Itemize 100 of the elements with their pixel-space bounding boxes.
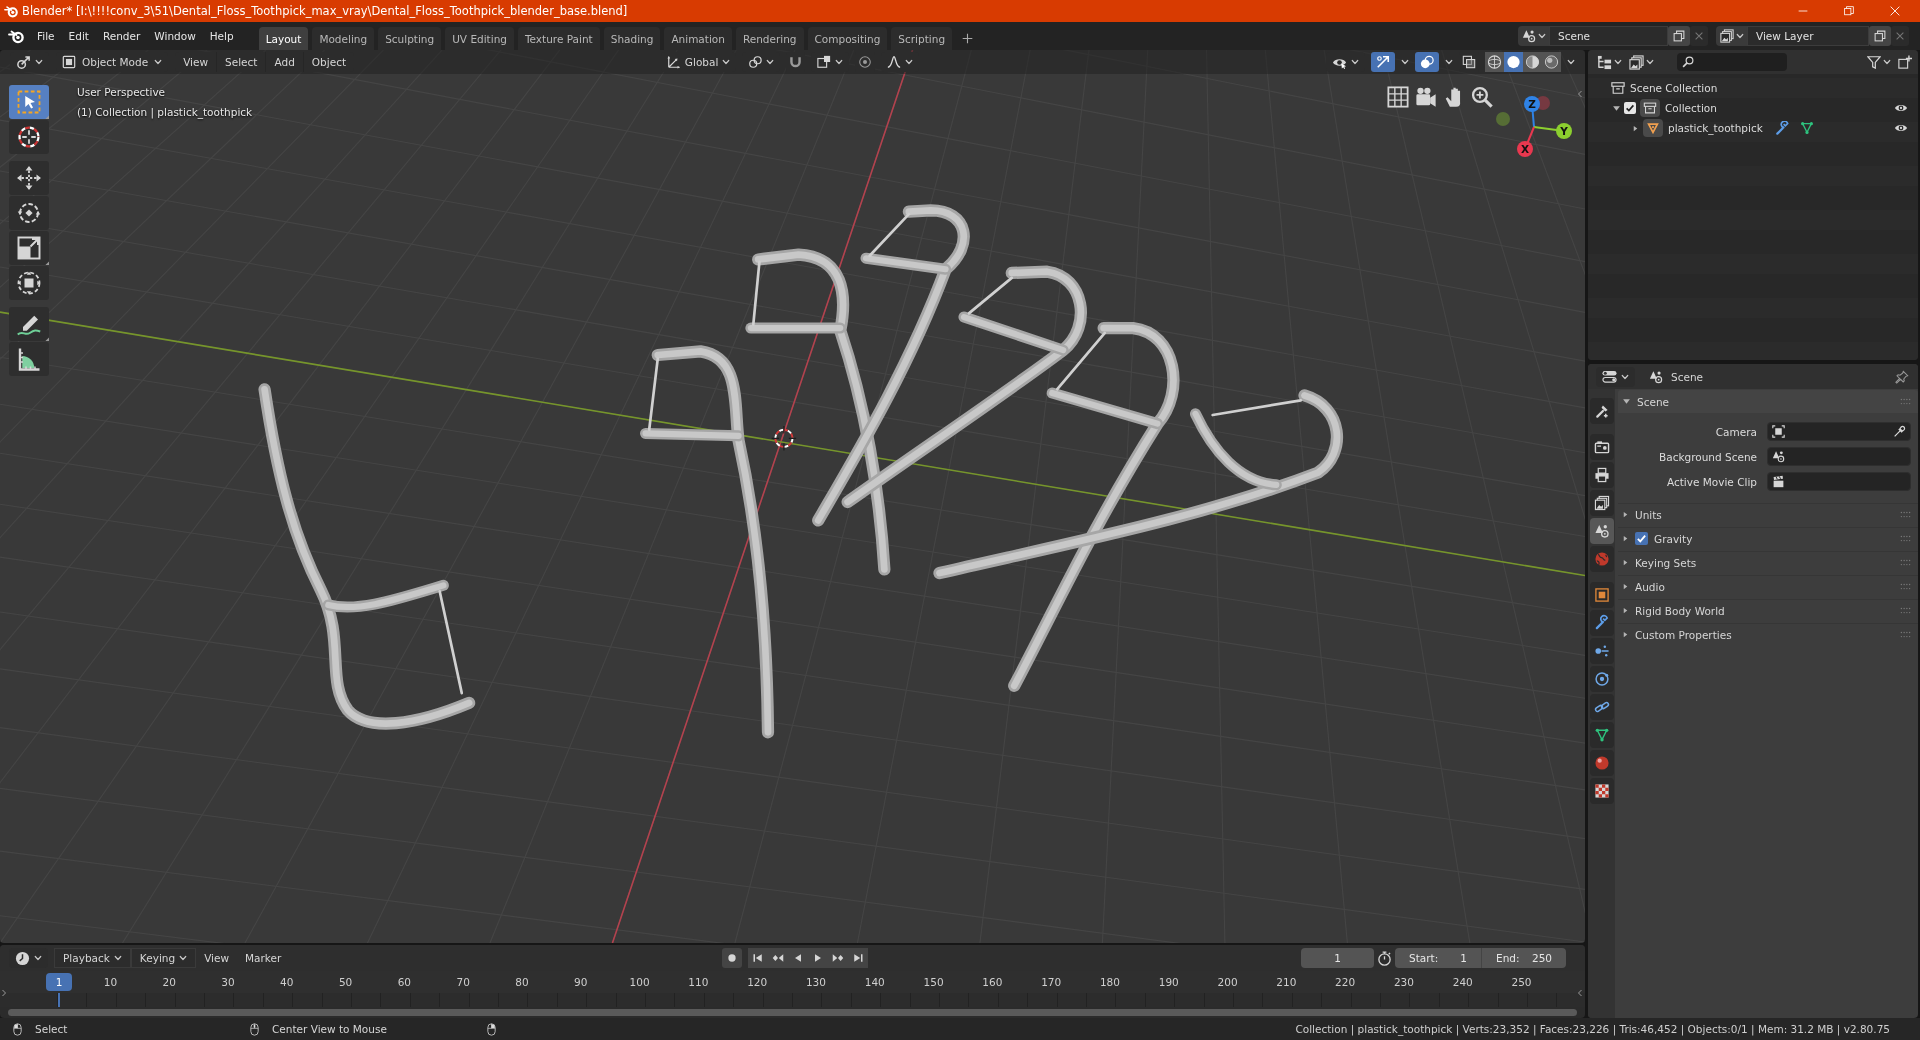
eyedropper-icon[interactable] bbox=[1893, 425, 1906, 438]
duplicate-icon[interactable] bbox=[1869, 26, 1891, 46]
menu-button[interactable]: Select bbox=[217, 52, 267, 72]
pencil-icon[interactable] bbox=[9, 307, 49, 341]
wrench-icon[interactable] bbox=[1589, 610, 1614, 636]
search-field[interactable] bbox=[1677, 53, 1787, 71]
new-collection-icon[interactable] bbox=[1898, 55, 1912, 69]
workspace-tab[interactable]: Sculpting bbox=[378, 27, 442, 50]
gizmo-axis-button[interactable]: Y bbox=[1533, 123, 1572, 139]
menu-item[interactable]: Window bbox=[147, 25, 203, 47]
expand-chevron-icon[interactable] bbox=[0, 989, 8, 997]
menu-item[interactable]: Edit bbox=[61, 25, 96, 47]
orientation-dropdown[interactable]: Global bbox=[660, 52, 737, 72]
workspace-tab[interactable]: Shading bbox=[603, 27, 661, 50]
drag-handle-icon[interactable] bbox=[1900, 557, 1911, 568]
3d-cursor-icon[interactable] bbox=[771, 425, 797, 452]
panel-header[interactable]: Scene bbox=[1618, 390, 1918, 413]
blender-logo-icon[interactable] bbox=[8, 28, 24, 44]
collapse-chevron-icon[interactable] bbox=[1576, 989, 1584, 997]
workspace-tab[interactable]: UV Editing bbox=[445, 27, 514, 50]
skip-to-start-icon[interactable] bbox=[748, 948, 769, 968]
solid-shading-icon[interactable] bbox=[1504, 52, 1523, 72]
playhead-frame[interactable]: 1 bbox=[46, 973, 72, 991]
collection-icon[interactable] bbox=[1640, 99, 1660, 117]
workspace-tab[interactable]: Rendering bbox=[735, 27, 804, 50]
checkbox[interactable] bbox=[1635, 532, 1648, 545]
add-icon[interactable] bbox=[962, 33, 974, 44]
disclosure-triangle-icon[interactable] bbox=[1612, 103, 1621, 113]
drag-handle-icon[interactable] bbox=[1900, 509, 1911, 520]
grid-view-icon[interactable] bbox=[1387, 86, 1409, 108]
mesh-data-icon[interactable] bbox=[1589, 722, 1614, 748]
checkbox[interactable] bbox=[1624, 102, 1636, 114]
select-box-icon[interactable] bbox=[9, 85, 49, 119]
pin-icon[interactable] bbox=[1895, 369, 1909, 384]
collection-icon[interactable] bbox=[1611, 81, 1625, 95]
disclosure-triangle-icon[interactable] bbox=[1632, 124, 1639, 132]
checker-texture-icon[interactable] bbox=[1589, 778, 1614, 804]
display-mode-button[interactable] bbox=[1629, 54, 1654, 70]
material-shading-icon[interactable] bbox=[1523, 52, 1542, 72]
floss-pick-model[interactable] bbox=[258, 383, 476, 730]
cursor-icon[interactable] bbox=[9, 120, 49, 154]
object-icon[interactable] bbox=[1589, 582, 1614, 608]
overlays-icon[interactable] bbox=[1415, 52, 1439, 72]
duplicate-icon[interactable] bbox=[1668, 26, 1690, 46]
filter-button[interactable] bbox=[1867, 55, 1891, 69]
outliner-item-label[interactable]: Collection bbox=[1663, 100, 1719, 116]
view-layer-field[interactable]: View Layer bbox=[1747, 26, 1869, 46]
object-picker-field[interactable] bbox=[1767, 422, 1911, 441]
workspace-tab[interactable]: Scripting bbox=[891, 27, 953, 50]
object-picker-field[interactable] bbox=[1767, 447, 1911, 466]
end-frame-field[interactable]: End: 250 bbox=[1482, 948, 1566, 968]
workspace-tab[interactable]: Compositing bbox=[807, 27, 888, 50]
floss-pick-model[interactable] bbox=[933, 389, 1344, 580]
scrollbar[interactable] bbox=[8, 1009, 1577, 1016]
negative-axis-dot-icon[interactable] bbox=[1536, 96, 1550, 110]
menu-item[interactable]: Help bbox=[202, 25, 241, 47]
start-frame-value[interactable]: 1 bbox=[1460, 952, 1467, 964]
menu-dropdown[interactable]: Keying bbox=[130, 948, 197, 968]
camera-icon[interactable] bbox=[1415, 86, 1437, 108]
negative-axis-dot-icon[interactable] bbox=[1496, 112, 1510, 126]
render-icon[interactable] bbox=[1589, 434, 1614, 460]
drag-handle-icon[interactable] bbox=[1900, 629, 1911, 640]
end-frame-value[interactable]: 250 bbox=[1531, 952, 1552, 964]
ruler-icon[interactable] bbox=[9, 342, 49, 376]
outliner-item-label[interactable]: Scene Collection bbox=[1628, 80, 1720, 96]
wrench-icon[interactable] bbox=[1774, 120, 1790, 136]
view-layer-browse-button[interactable] bbox=[1716, 26, 1747, 46]
current-frame-field[interactable]: 1 bbox=[1301, 948, 1374, 968]
menu-item[interactable]: Render bbox=[95, 25, 148, 47]
stopwatch-icon[interactable] bbox=[1377, 950, 1392, 966]
rotate-icon[interactable] bbox=[9, 196, 49, 230]
clear-icon[interactable] bbox=[1690, 26, 1708, 46]
chain-link-icon[interactable] bbox=[1589, 694, 1614, 720]
floss-pick-model[interactable] bbox=[841, 265, 1087, 509]
outliner-item-label[interactable]: plastick_toothpick bbox=[1666, 120, 1765, 136]
particles-icon[interactable] bbox=[1589, 638, 1614, 664]
scene-browse-button[interactable] bbox=[1518, 26, 1549, 46]
menu-item[interactable]: File bbox=[30, 25, 62, 47]
mesh-object-icon[interactable] bbox=[1643, 119, 1663, 137]
object-picker-field[interactable] bbox=[1767, 472, 1911, 491]
restore-icon[interactable] bbox=[1844, 6, 1854, 16]
tool-icon[interactable] bbox=[1589, 398, 1614, 424]
scale-icon[interactable] bbox=[9, 231, 49, 265]
scene-icon[interactable] bbox=[1589, 518, 1614, 544]
zoom-icon[interactable] bbox=[1471, 86, 1493, 108]
3d-viewport[interactable]: Object Mode View Select Add Object Global User Perspective (1) Collection | plastick_toothpick Z Y X bbox=[0, 50, 1585, 943]
gizmo-axis-button[interactable]: X bbox=[1517, 126, 1535, 157]
wireframe-shading-icon[interactable] bbox=[1485, 52, 1504, 72]
drag-handle-icon[interactable] bbox=[1900, 581, 1911, 592]
floss-pick-model[interactable] bbox=[1008, 321, 1180, 692]
printer-icon[interactable] bbox=[1589, 462, 1614, 488]
editor-type-button[interactable] bbox=[1596, 366, 1635, 387]
workspace-tab[interactable]: Modeling bbox=[312, 27, 375, 50]
skip-to-end-icon[interactable] bbox=[848, 948, 869, 968]
transform-icon[interactable] bbox=[9, 266, 49, 300]
selectability-dropdown[interactable] bbox=[1326, 52, 1365, 72]
start-frame-field[interactable]: Start: 1 bbox=[1395, 948, 1482, 968]
floss-pick-model[interactable] bbox=[745, 248, 891, 576]
menu-button[interactable]: Add bbox=[266, 52, 304, 72]
record-icon[interactable] bbox=[722, 948, 743, 968]
